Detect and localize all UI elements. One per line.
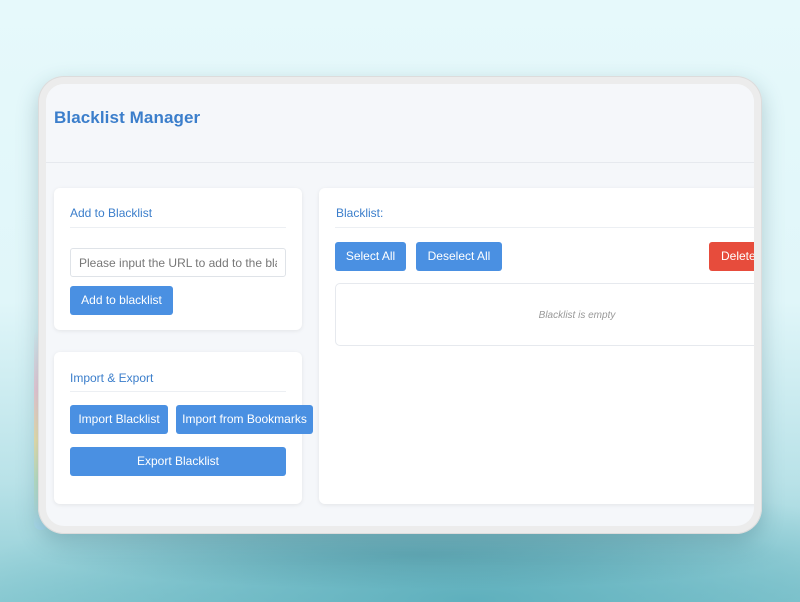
- deselect-all-button[interactable]: Deselect All: [416, 242, 502, 271]
- blacklist-title: Blacklist:: [336, 206, 384, 220]
- blacklist-divider: [335, 227, 754, 228]
- app-window: Blacklist Manager Add to Blacklist Add t…: [46, 84, 754, 526]
- import-blacklist-button[interactable]: Import Blacklist: [70, 405, 168, 434]
- blacklist-list: Blacklist is empty: [335, 283, 754, 346]
- add-card-divider: [70, 227, 286, 228]
- import-export-title: Import & Export: [70, 371, 154, 385]
- url-input[interactable]: [70, 248, 286, 277]
- import-export-divider: [70, 391, 286, 392]
- add-to-blacklist-button[interactable]: Add to blacklist: [70, 286, 173, 315]
- export-blacklist-button[interactable]: Export Blacklist: [70, 447, 286, 476]
- blacklist-card: [319, 188, 754, 504]
- import-from-bookmarks-button[interactable]: Import from Bookmarks: [176, 405, 313, 434]
- add-to-blacklist-title: Add to Blacklist: [70, 206, 153, 220]
- app-header: Blacklist Manager: [46, 84, 754, 163]
- select-all-button[interactable]: Select All: [335, 242, 406, 271]
- blacklist-empty-message: Blacklist is empty: [538, 310, 616, 321]
- delete-button[interactable]: Delete: [709, 242, 754, 271]
- page-title: Blacklist Manager: [54, 108, 201, 127]
